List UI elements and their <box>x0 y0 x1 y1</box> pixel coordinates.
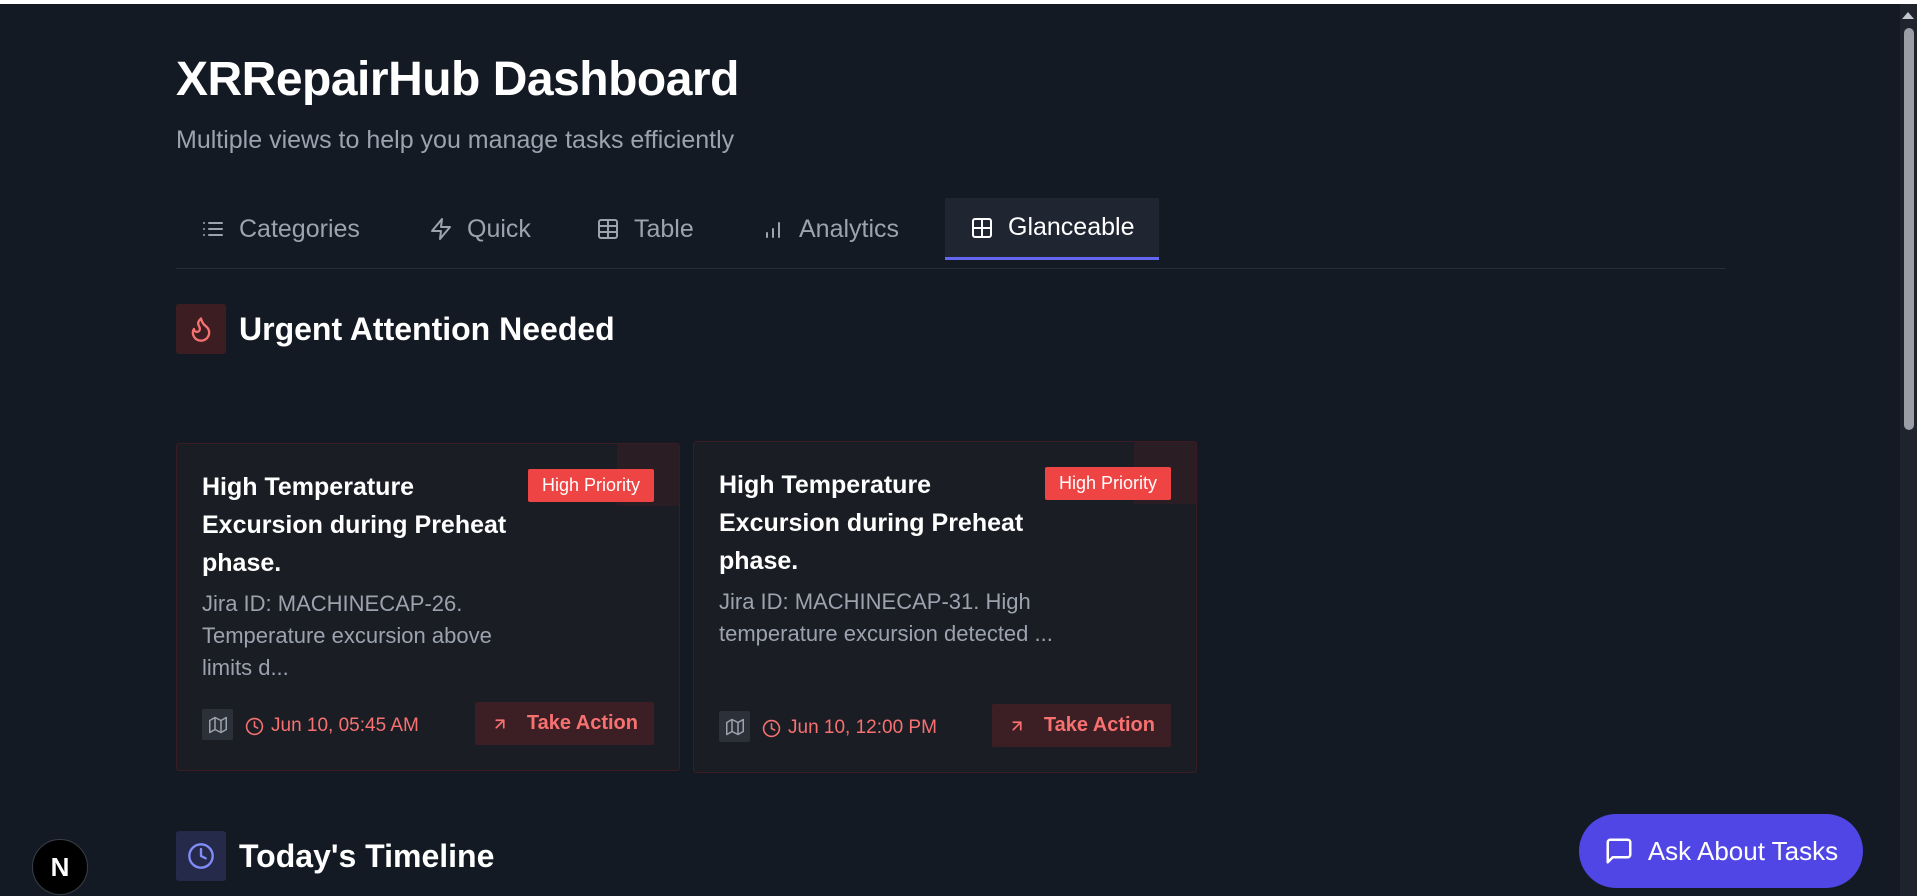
table-icon <box>598 219 618 239</box>
card-time-text: Jun 10, 12:00 PM <box>788 717 937 738</box>
tab-label: Categories <box>239 214 360 243</box>
urgent-task-card[interactable]: High Priority High Temperature Excursion… <box>693 441 1197 773</box>
tab-glanceable[interactable]: Glanceable <box>945 198 1160 260</box>
scrollbar-thumb[interactable] <box>1904 28 1914 430</box>
ask-about-tasks-label: Ask About Tasks <box>1647 835 1839 866</box>
message-square-icon <box>1606 838 1632 864</box>
page-title: XRRepairHub Dashboard <box>176 53 739 106</box>
top-border <box>0 0 1917 4</box>
vertical-scrollbar[interactable] <box>1900 4 1917 896</box>
urgent-task-card[interactable]: High Priority High Temperature Excursion… <box>176 443 680 771</box>
card-time: Jun 10, 12:00 PM <box>762 717 937 739</box>
view-tabs: Categories Quick Table Analytics Glancea… <box>176 198 1726 269</box>
timeline-section-title: Today's Timeline <box>239 837 495 874</box>
card-title: High Temperature Excursion during Prehea… <box>202 473 507 577</box>
zap-icon <box>431 218 451 240</box>
card-title: High Temperature Excursion during Prehea… <box>719 471 1024 575</box>
urgent-section-header: Urgent Attention Needed <box>176 304 615 354</box>
arrow-up-right-icon <box>1012 720 1022 731</box>
map-icon[interactable] <box>719 711 750 742</box>
priority-badge: High Priority <box>527 469 654 502</box>
card-time-text: Jun 10, 05:45 AM <box>271 715 419 736</box>
grid-icon <box>972 217 992 238</box>
tab-categories[interactable]: Categories <box>201 198 360 260</box>
tab-label: Quick <box>467 214 531 243</box>
tab-table[interactable]: Table <box>596 198 694 260</box>
take-action-button[interactable]: Take Action <box>991 704 1171 747</box>
bar-chart-icon <box>766 222 780 238</box>
tab-label: Analytics <box>799 214 900 243</box>
clock-icon <box>176 831 226 881</box>
take-action-label: Take Action <box>526 712 638 734</box>
tab-quick[interactable]: Quick <box>429 198 531 260</box>
flame-icon <box>176 304 226 354</box>
devtools-indicator-label: N <box>50 851 70 882</box>
urgent-section-title: Urgent Attention Needed <box>239 310 615 347</box>
clock-icon <box>762 719 781 737</box>
tab-analytics[interactable]: Analytics <box>761 198 899 260</box>
card-description: Jira ID: MACHINECAP-31. High temperature… <box>719 589 1053 646</box>
ask-about-tasks-button[interactable]: Ask About Tasks <box>1579 814 1863 888</box>
scroll-up-arrow-icon[interactable] <box>1902 12 1914 19</box>
take-action-button[interactable]: Take Action <box>474 702 654 745</box>
clock-icon <box>245 717 264 735</box>
tab-label: Glanceable <box>1008 213 1135 241</box>
page-subtitle: Multiple views to help you manage tasks … <box>176 126 735 154</box>
map-icon[interactable] <box>202 709 233 740</box>
priority-badge: High Priority <box>1044 467 1171 500</box>
card-description: Jira ID: MACHINECAP-26. Temperature excu… <box>202 591 492 680</box>
card-time: Jun 10, 05:45 AM <box>245 715 419 737</box>
devtools-indicator[interactable]: N <box>32 839 88 895</box>
list-icon <box>203 222 223 236</box>
take-action-label: Take Action <box>1043 714 1155 736</box>
timeline-section-header: Today's Timeline <box>176 831 494 881</box>
tab-label: Table <box>634 214 694 243</box>
arrow-up-right-icon <box>495 718 505 729</box>
